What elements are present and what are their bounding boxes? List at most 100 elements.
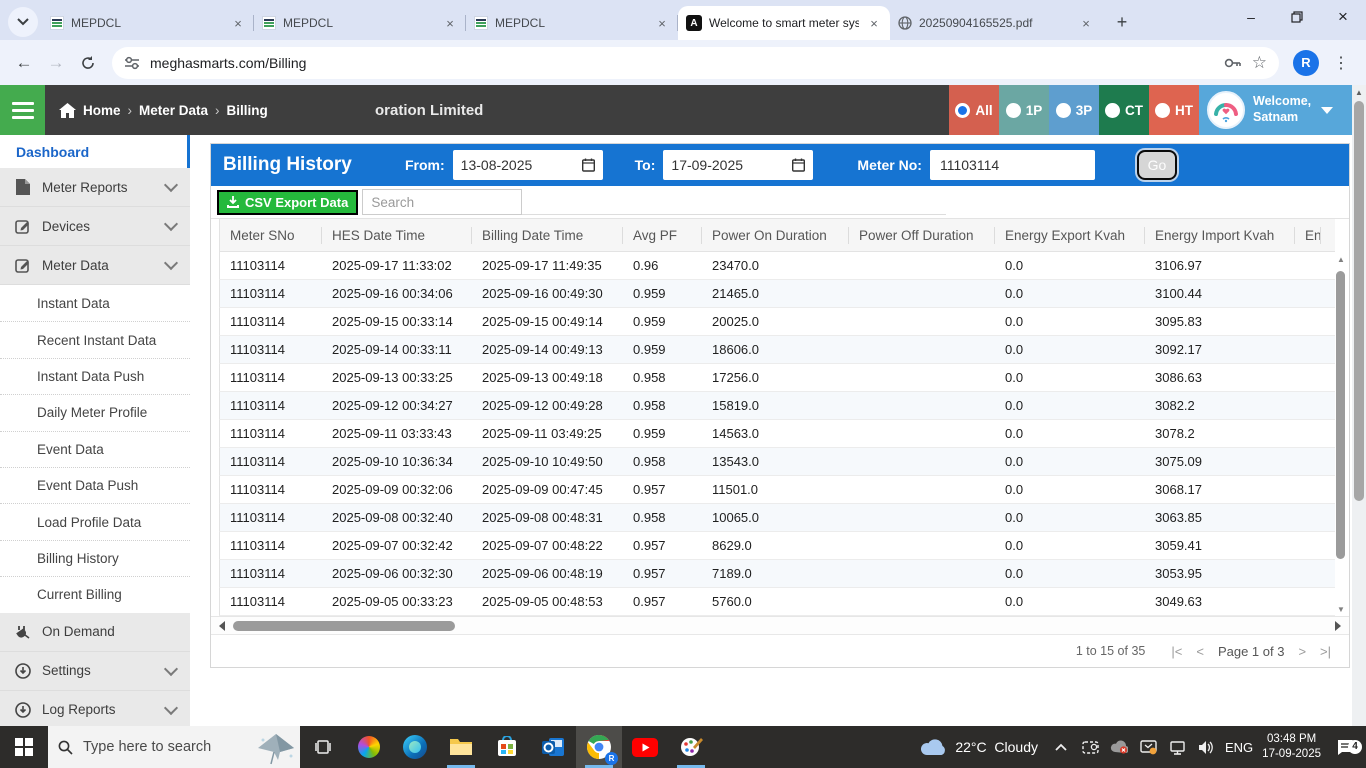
table-row[interactable]: 111031142025-09-11 03:33:432025-09-11 03… (219, 420, 1335, 448)
sidebar-item-meter-data[interactable]: Meter Data (0, 246, 190, 285)
sidebar-subitem[interactable]: Daily Meter Profile (0, 394, 190, 430)
scroll-left-icon[interactable] (219, 621, 225, 631)
sidebar-subitem[interactable]: Current Billing (0, 576, 190, 612)
sidebar-subitem[interactable]: Recent Instant Data (0, 321, 190, 357)
new-tab-button[interactable]: + (1108, 8, 1136, 36)
table-row[interactable]: 111031142025-09-14 00:33:112025-09-14 00… (219, 336, 1335, 364)
network-icon[interactable] (1167, 740, 1187, 755)
sidebar-item-meter-reports[interactable]: Meter Reports (0, 168, 190, 207)
bookmark-star-icon[interactable]: ☆ (1252, 53, 1267, 73)
user-menu[interactable]: Welcome,Satnam (1199, 85, 1352, 135)
breadcrumb-billing[interactable]: Billing (227, 103, 268, 118)
tab-pdf[interactable]: 20250904165525.pdf × (890, 6, 1102, 40)
sidebar-subitem[interactable]: Instant Data (0, 285, 190, 321)
browser-profile-avatar[interactable]: R (1293, 50, 1319, 76)
scroll-thumb[interactable] (1336, 271, 1345, 559)
radio-icon[interactable] (1105, 103, 1120, 118)
radio-icon[interactable] (1006, 103, 1021, 118)
tray-expand-chevron-icon[interactable] (1051, 743, 1071, 751)
table-row[interactable]: 111031142025-09-12 00:34:272025-09-12 00… (219, 392, 1335, 420)
screen-cast-icon[interactable] (1080, 740, 1100, 755)
youtube-icon[interactable] (622, 726, 668, 768)
window-minimize-button[interactable]: – (1228, 0, 1274, 34)
radio-icon[interactable] (955, 103, 970, 118)
action-center-icon[interactable]: 4 (1330, 739, 1360, 756)
radio-icon[interactable] (1155, 103, 1170, 118)
copilot-icon[interactable] (346, 726, 392, 768)
filter-1p[interactable]: 1P (999, 85, 1049, 135)
sidebar-subitem[interactable]: Instant Data Push (0, 358, 190, 394)
table-vertical-scrollbar[interactable]: ▲ ▼ (1335, 255, 1347, 614)
scroll-up-icon[interactable]: ▲ (1335, 255, 1347, 264)
go-button[interactable]: Go (1137, 150, 1177, 180)
to-date-input[interactable]: 17-09-2025 (663, 150, 813, 180)
table-horizontal-scrollbar[interactable] (211, 616, 1349, 634)
tab-mepdcl-3[interactable]: MEPDCL × (466, 6, 678, 40)
table-row[interactable]: 111031142025-09-06 00:32:302025-09-06 00… (219, 560, 1335, 588)
start-button[interactable] (0, 726, 48, 768)
table-row[interactable]: 111031142025-09-05 00:33:232025-09-05 00… (219, 588, 1335, 616)
scroll-up-icon[interactable]: ▲ (1352, 85, 1366, 97)
tab-close-icon[interactable]: × (1078, 15, 1094, 31)
table-row[interactable]: 111031142025-09-10 10:36:342025-09-10 10… (219, 448, 1335, 476)
sidebar-subitem[interactable]: Billing History (0, 540, 190, 576)
csv-export-button[interactable]: CSV Export Data (217, 190, 358, 215)
password-key-icon[interactable] (1224, 57, 1242, 69)
taskbar-clock[interactable]: 03:48 PM17-09-2025 (1262, 732, 1321, 762)
tab-close-icon[interactable]: × (866, 15, 882, 31)
table-row[interactable]: 111031142025-09-15 00:33:142025-09-15 00… (219, 308, 1335, 336)
prev-page-icon[interactable]: < (1196, 644, 1204, 659)
scroll-thumb[interactable] (1354, 101, 1364, 501)
task-view-icon[interactable] (300, 726, 346, 768)
table-row[interactable]: 111031142025-09-16 00:34:062025-09-16 00… (219, 280, 1335, 308)
table-row[interactable]: 111031142025-09-07 00:32:422025-09-07 00… (219, 532, 1335, 560)
last-page-icon[interactable]: >| (1320, 644, 1331, 659)
sidebar-subitem[interactable]: Load Profile Data (0, 503, 190, 539)
tab-mepdcl-2[interactable]: MEPDCL × (254, 6, 466, 40)
chrome-icon[interactable]: R (576, 726, 622, 768)
url-text[interactable]: meghasmarts.com/Billing (150, 55, 1214, 71)
tab-search-chevron-icon[interactable] (8, 7, 38, 37)
language-indicator[interactable]: ENG (1225, 740, 1253, 755)
window-close-button[interactable]: × (1320, 0, 1366, 34)
search-input[interactable]: Search (362, 189, 522, 215)
table-row[interactable]: 111031142025-09-08 00:32:402025-09-08 00… (219, 504, 1335, 532)
tab-close-icon[interactable]: × (230, 15, 246, 31)
volume-icon[interactable] (1196, 740, 1216, 755)
table-row[interactable]: 111031142025-09-17 11:33:022025-09-17 11… (219, 252, 1335, 280)
first-page-icon[interactable]: |< (1171, 644, 1182, 659)
table-row[interactable]: 111031142025-09-09 00:32:062025-09-09 00… (219, 476, 1335, 504)
scroll-thumb[interactable] (233, 621, 455, 631)
meter-no-input[interactable]: 11103114 (930, 150, 1095, 180)
filter-ct[interactable]: CT (1099, 85, 1149, 135)
sidebar-item-settings[interactable]: Settings (0, 652, 190, 691)
filter-all[interactable]: All (949, 85, 999, 135)
radio-icon[interactable] (1056, 103, 1071, 118)
microsoft-store-icon[interactable] (484, 726, 530, 768)
sidebar-subitem[interactable]: Event Data Push (0, 467, 190, 503)
onedrive-error-icon[interactable] (1109, 740, 1129, 754)
scroll-down-icon[interactable]: ▼ (1335, 605, 1347, 614)
taskbar-search-box[interactable]: Type here to search (48, 726, 300, 768)
breadcrumb-meter-data[interactable]: Meter Data (139, 103, 208, 118)
edge-icon[interactable] (392, 726, 438, 768)
sidebar-subitem[interactable]: Event Data (0, 431, 190, 467)
next-page-icon[interactable]: > (1298, 644, 1306, 659)
filter-ht[interactable]: HT (1149, 85, 1199, 135)
scroll-right-icon[interactable] (1335, 621, 1341, 631)
filter-3p[interactable]: 3P (1049, 85, 1099, 135)
file-explorer-icon[interactable] (438, 726, 484, 768)
tab-close-icon[interactable]: × (654, 15, 670, 31)
weather-widget[interactable]: 22°C Cloudy (919, 738, 1038, 756)
from-date-input[interactable]: 13-08-2025 (453, 150, 603, 180)
tab-mepdcl-1[interactable]: MEPDCL × (42, 6, 254, 40)
site-settings-icon[interactable] (124, 56, 140, 70)
hamburger-menu-icon[interactable] (0, 85, 45, 135)
window-restore-button[interactable] (1274, 0, 1320, 34)
tab-smart-meter-active[interactable]: A Welcome to smart meter sys × (678, 6, 890, 40)
page-scrollbar[interactable]: ▲ (1352, 85, 1366, 726)
sidebar-item-devices[interactable]: Devices (0, 207, 190, 246)
breadcrumb-home[interactable]: Home (83, 103, 121, 118)
tab-close-icon[interactable]: × (442, 15, 458, 31)
sidebar-item-dashboard[interactable]: Dashboard (0, 135, 190, 168)
